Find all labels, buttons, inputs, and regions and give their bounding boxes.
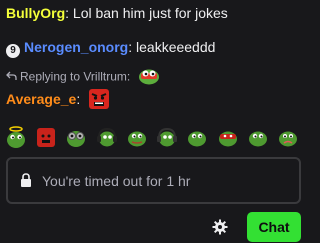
chat-input[interactable]: You're timed out for 1 hr	[6, 157, 301, 204]
sub-badge[interactable]: 9	[6, 44, 20, 58]
message-text: Lol ban him just for jokes	[72, 5, 228, 21]
pepe-emote[interactable]	[185, 125, 209, 149]
message-text: leakkeeeddd	[136, 39, 216, 55]
pepe-red-eyes-emote[interactable]	[216, 125, 240, 149]
pepe-goggles-emote[interactable]	[64, 125, 88, 149]
pepe-emote[interactable]	[125, 125, 149, 149]
reply-context[interactable]: Replying to Vrilltrum:	[6, 67, 160, 88]
username[interactable]: BullyOrg	[6, 5, 65, 21]
timeout-message: You're timed out for 1 hr	[42, 173, 191, 189]
pepe-emote[interactable]	[138, 67, 160, 88]
emote-row	[4, 124, 300, 150]
username[interactable]: Nerogen_onorg	[24, 39, 128, 55]
lock-icon	[20, 173, 32, 193]
angry-red-emote[interactable]	[34, 125, 58, 149]
reply-arrow-icon	[6, 70, 17, 84]
pepe-headphones-emote[interactable]	[155, 125, 179, 149]
reply-label: Replying to Vrilltrum:	[20, 69, 131, 84]
username[interactable]: Average_e	[6, 91, 76, 107]
chat-message: BullyOrg: Lol ban him just for jokes	[6, 5, 228, 21]
pepe-emote[interactable]	[246, 125, 270, 149]
chat-button[interactable]: Chat	[247, 212, 301, 242]
chat-message: Average_e:	[6, 88, 110, 114]
pepe-halo-emote[interactable]	[4, 125, 28, 149]
pepe-sad-emote[interactable]	[276, 125, 300, 149]
gear-icon[interactable]	[212, 219, 228, 240]
pepe-headphones-emote[interactable]	[95, 125, 119, 149]
chat-message: 9 Nerogen_onorg: leakkeeeddd	[6, 38, 215, 58]
angry-red-emote[interactable]	[88, 88, 110, 114]
